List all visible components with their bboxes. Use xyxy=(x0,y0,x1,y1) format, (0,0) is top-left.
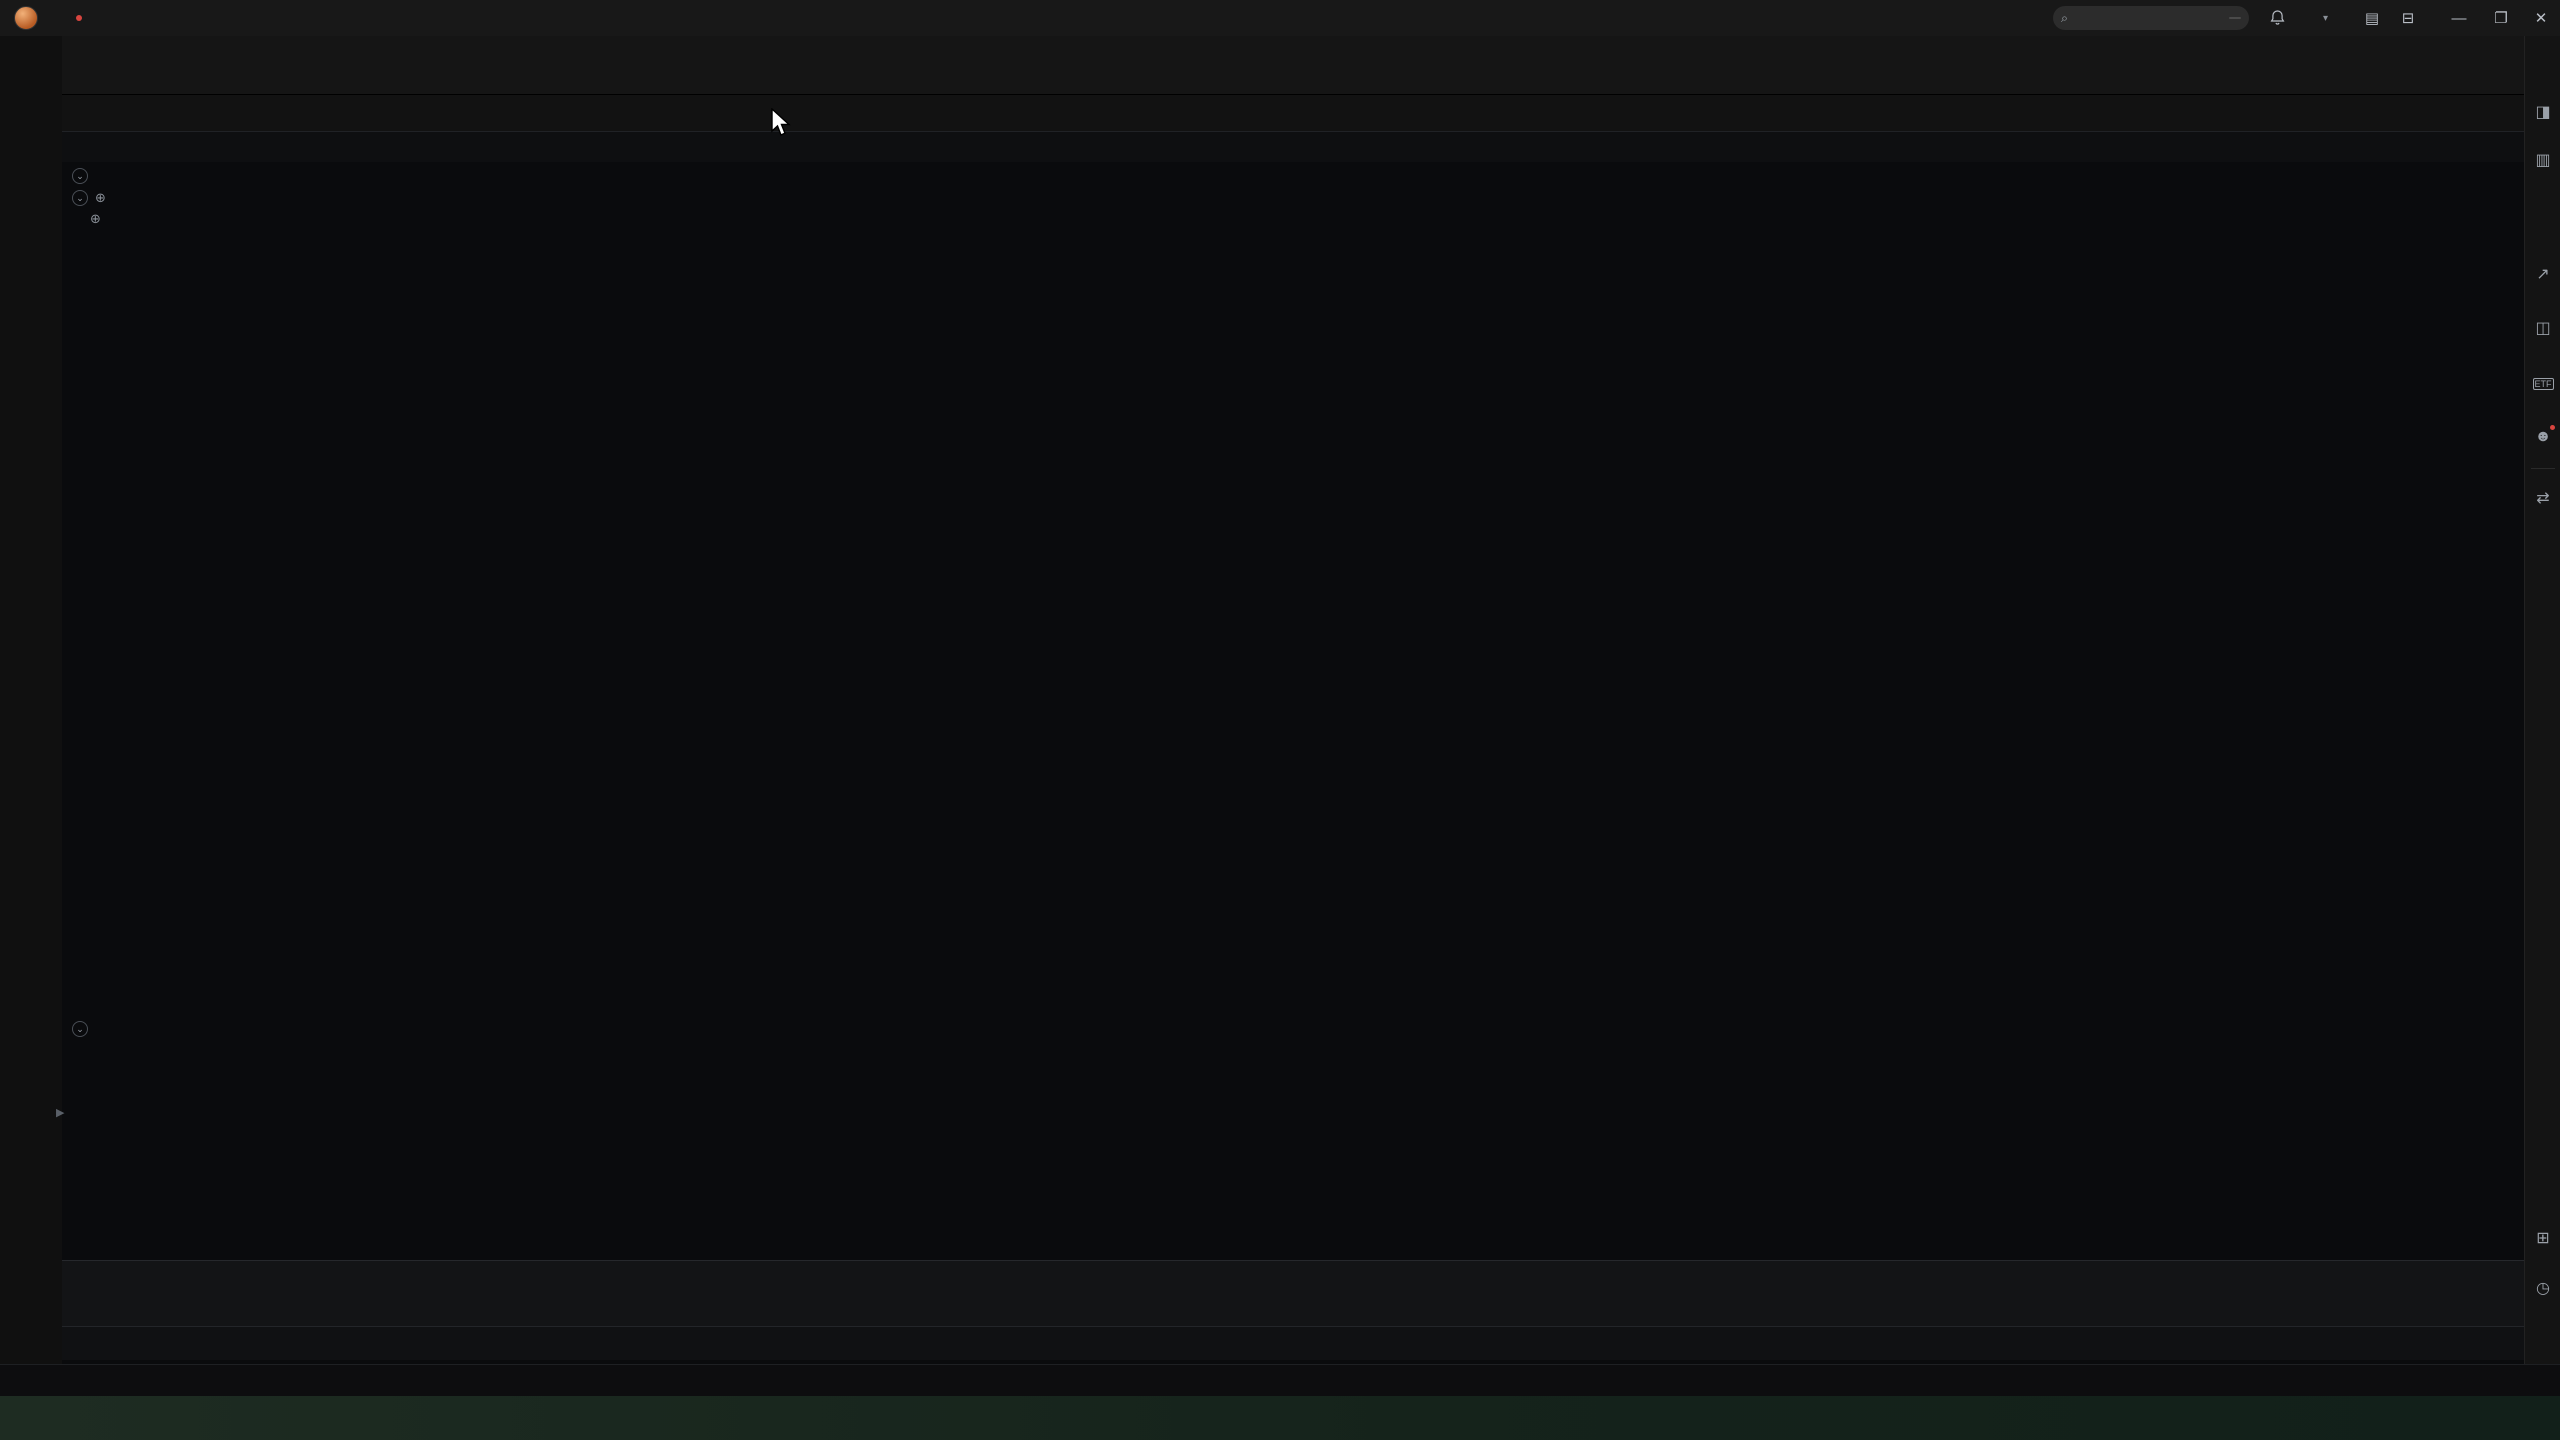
rail-swap-icon[interactable]: ⇄ xyxy=(2525,488,2560,508)
indicator-row xyxy=(62,1260,2524,1294)
rail-monitor-icon[interactable]: ◫ xyxy=(2525,318,2560,338)
bell-icon[interactable] xyxy=(2262,0,2292,36)
right-rail: ◨ ▥ ↗ ◫ ETF ☻ ⇄ ⊞ ◷ xyxy=(2524,36,2560,1396)
boll-info-line: ⌄ ⊕ xyxy=(72,190,119,206)
collapse-chevron-icon[interactable]: ⌄ xyxy=(72,168,88,184)
timeframe-row xyxy=(62,1294,2524,1326)
indicator-pin-icon[interactable]: ⊕ xyxy=(90,211,101,227)
chart-toolbar xyxy=(62,94,2524,132)
left-sidebar xyxy=(0,36,62,1396)
ticker-tab-bar xyxy=(62,36,2524,94)
avatar[interactable] xyxy=(14,6,38,30)
currency-dropdown[interactable]: ▾ xyxy=(2298,0,2350,36)
panel-toggle-icon[interactable]: ⊟ xyxy=(2392,0,2424,36)
aicoin-app: ⌕ ▾ ▤ ⊟ — ❐ ✕ ▶ ◨ ▥ ↗ ◫ ETF ☻ ⇄ ⊞ ◷ xyxy=(0,0,2560,1440)
rail-trend-icon[interactable]: ↗ xyxy=(2525,264,2560,284)
collapse-chevron-icon[interactable]: ⌄ xyxy=(72,1021,88,1037)
search-icon: ⌕ xyxy=(2061,11,2068,26)
announcement-dot-icon xyxy=(76,15,82,21)
candlestick-chart[interactable] xyxy=(62,162,2524,1260)
panel-tabs-row xyxy=(62,1326,2524,1360)
drawing-toolbar xyxy=(62,132,2524,162)
os-taskbar xyxy=(0,1396,2560,1440)
volume-info-line: ⌄ xyxy=(72,1021,119,1037)
maximize-button[interactable]: ❐ xyxy=(2482,0,2520,36)
status-bar xyxy=(0,1364,2560,1396)
ema-info-line: ⊕ xyxy=(90,211,122,227)
indicator-pin-icon[interactable]: ⊕ xyxy=(95,190,106,206)
rail-layout-icon[interactable]: ⊞ xyxy=(2525,1228,2560,1248)
minimize-button[interactable]: — xyxy=(2440,0,2478,36)
search-shortcut-key xyxy=(2229,17,2241,19)
close-button[interactable]: ✕ xyxy=(2522,0,2560,36)
card-icon[interactable]: ▤ xyxy=(2356,0,2388,36)
rail-chart-icon[interactable]: ▥ xyxy=(2525,150,2560,170)
collapse-chevron-icon[interactable]: ⌄ xyxy=(72,190,88,206)
rail-divider xyxy=(2531,468,2555,469)
global-search-input[interactable]: ⌕ xyxy=(2053,6,2249,30)
rail-robot-icon[interactable]: ☻ xyxy=(2525,428,2560,446)
titlebar: ⌕ ▾ ▤ ⊟ — ❐ ✕ xyxy=(0,0,2560,36)
rail-panel-icon[interactable]: ◨ xyxy=(2525,102,2560,122)
rail-etf-icon[interactable]: ETF xyxy=(2525,374,2560,392)
rail-history-icon[interactable]: ◷ xyxy=(2525,1278,2560,1298)
ohlc-info-line: ⌄ xyxy=(72,168,147,184)
